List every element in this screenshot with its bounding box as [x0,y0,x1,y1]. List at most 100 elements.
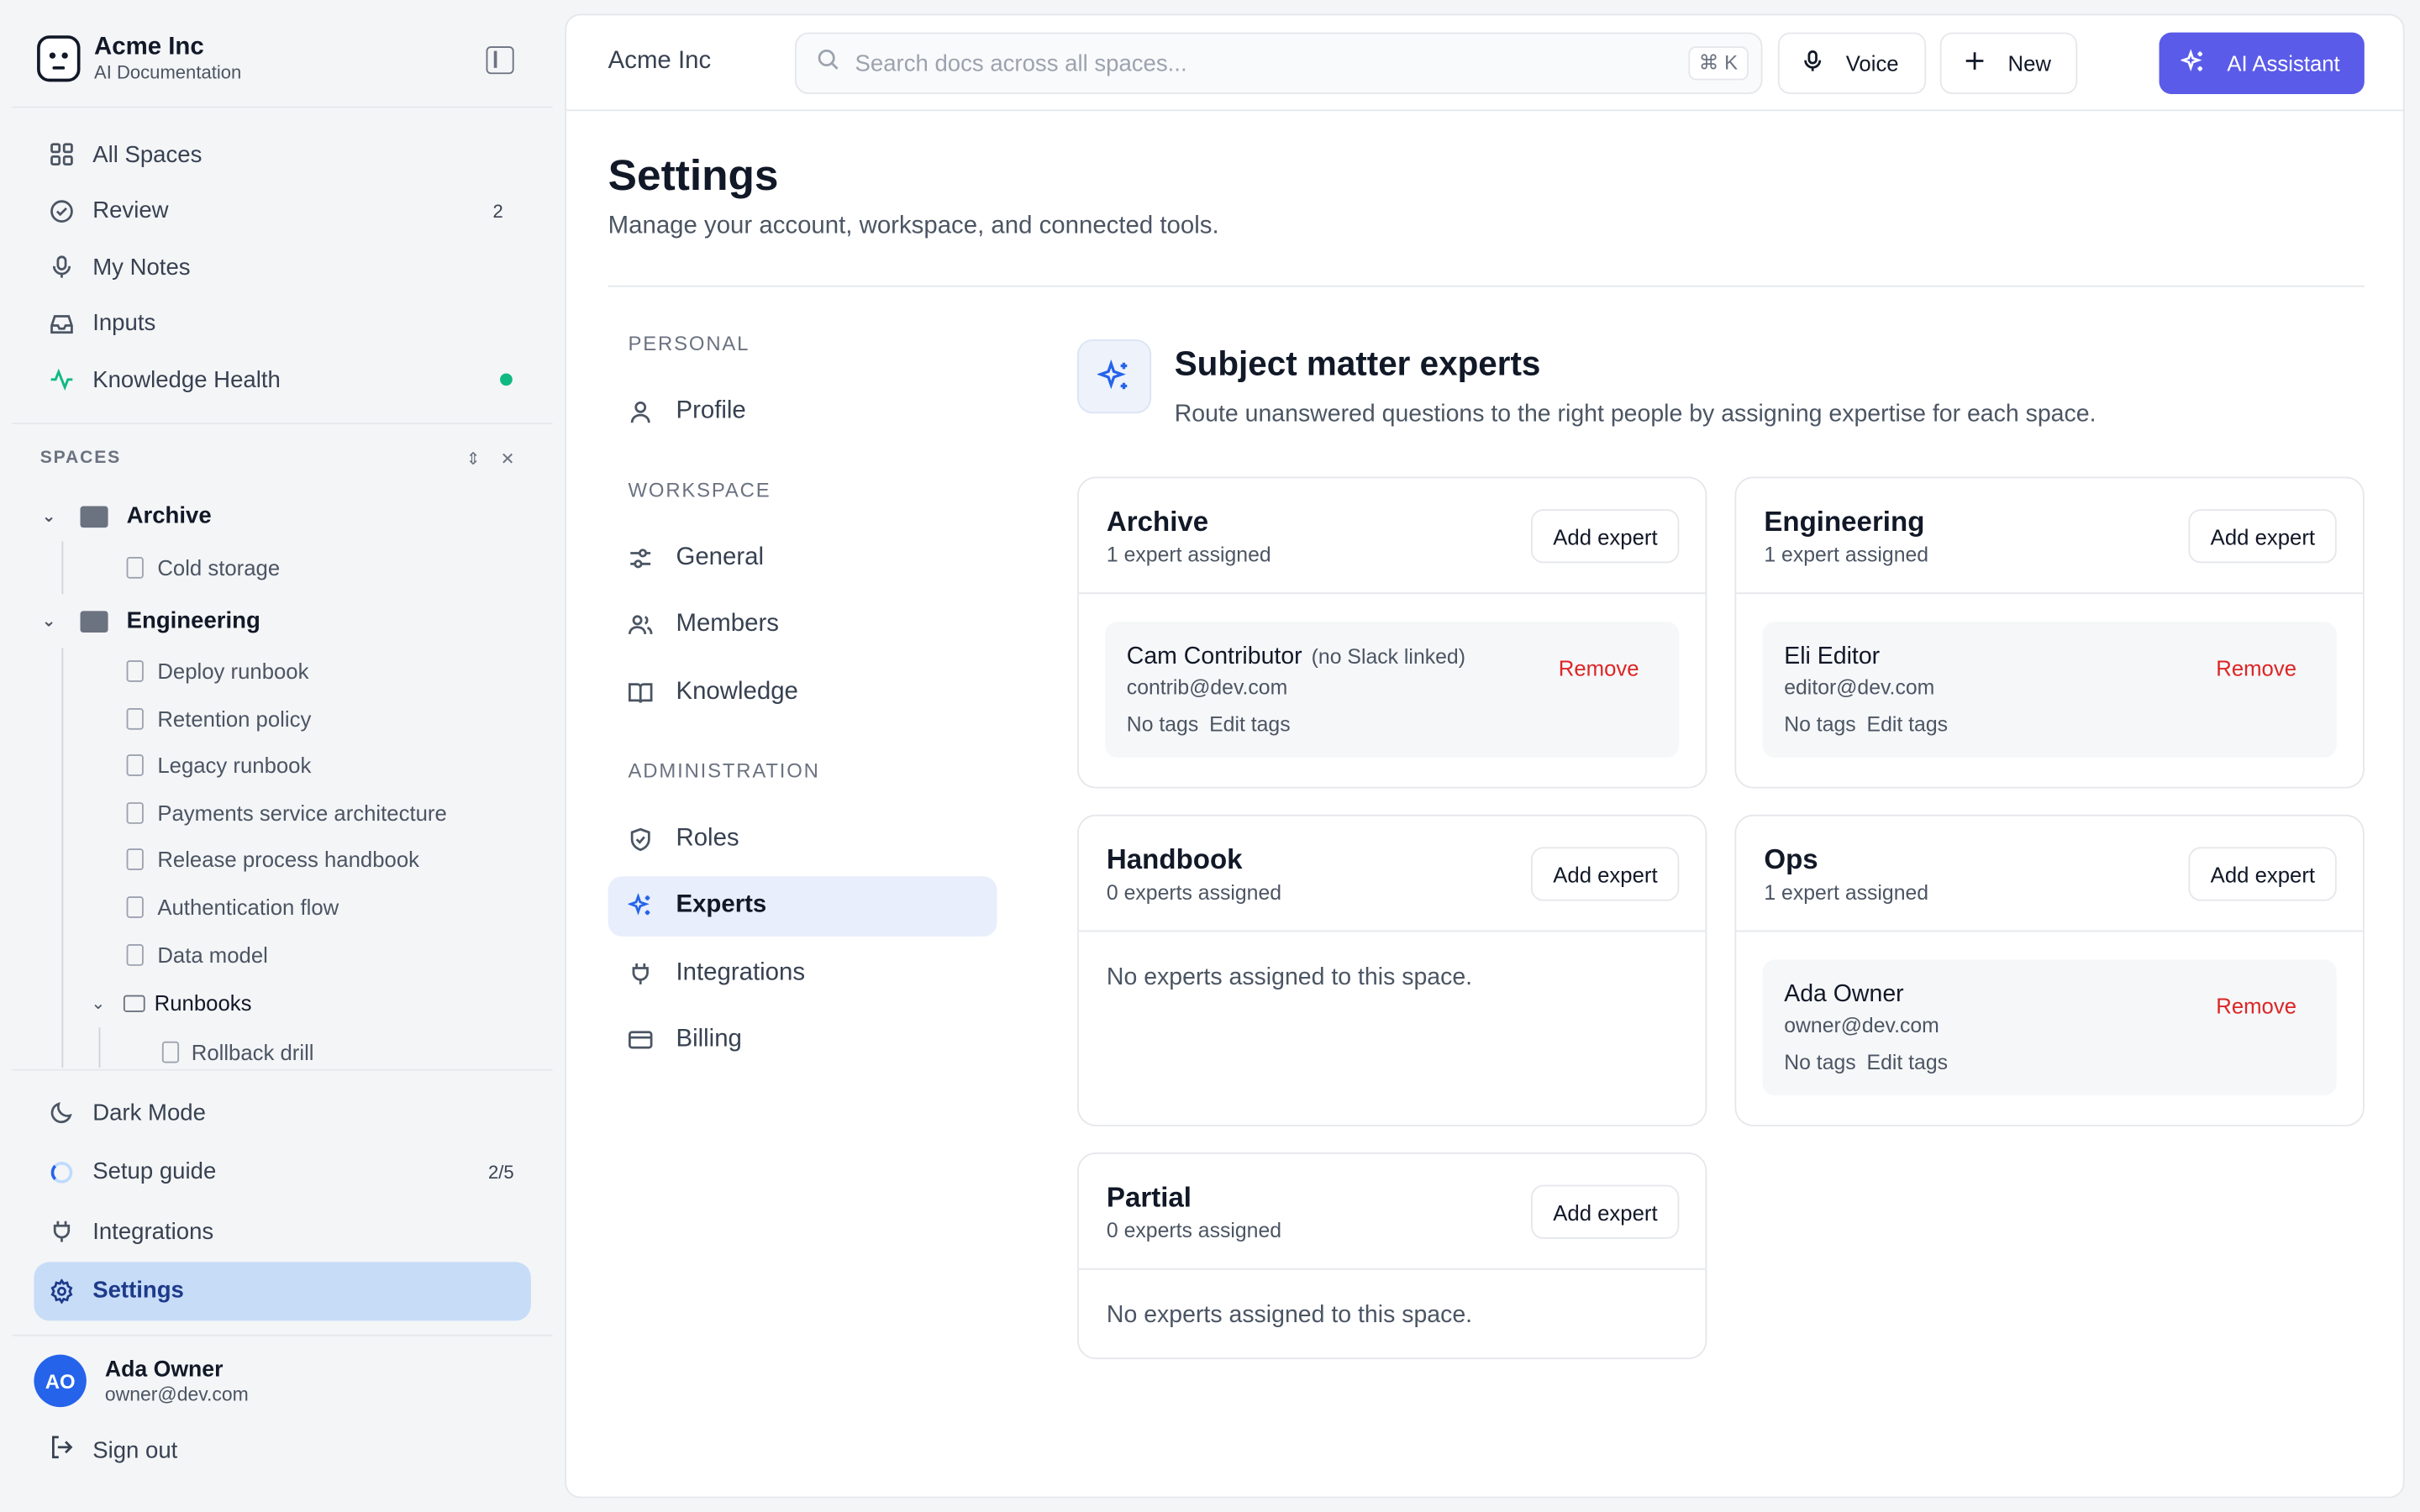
tab-label: Experts [676,891,767,918]
doc-label: Authentication flow [157,894,339,920]
doc-label: Release process handbook [157,847,419,873]
add-expert-button[interactable]: Add expert [1531,847,1680,901]
user-profile[interactable]: AO Ada Owner owner@dev.com [34,1354,249,1408]
remove-expert-button[interactable]: Remove [2216,994,2296,1018]
chevron-down-icon[interactable]: ⌄ [42,506,56,526]
settings-tab-members[interactable]: Members [608,595,997,655]
add-expert-button[interactable]: Add expert [2188,509,2337,564]
chevron-down-icon[interactable]: ⌄ [42,611,56,631]
nav-setup-guide[interactable]: Setup guide 2/5 [34,1142,530,1202]
add-expert-button[interactable]: Add expert [2188,847,2337,901]
doc-item[interactable]: Cold storage [37,542,546,594]
app-window: Acme Inc AI Documentation All Spaces Rev… [0,0,2420,1512]
expert-row: Ada Owner owner@dev.com No tags Edit tags… [1762,959,2337,1096]
edit-tags-link[interactable]: Edit tags [1867,713,1948,737]
sparkle-icon [1077,339,1152,414]
document-icon [126,943,144,965]
spaces-tree: ⌄ Archive Cold storage ⌄ Engineering Dep… [37,491,546,1068]
remove-expert-button[interactable]: Remove [2216,656,2296,680]
card-count: 0 experts assigned [1106,1218,1282,1242]
expert-email: owner@dev.com [1784,1013,1939,1037]
nav-settings[interactable]: Settings [34,1261,531,1321]
empty-state: No experts assigned to this space. [1106,963,1473,991]
edit-tags-link[interactable]: Edit tags [1209,713,1290,737]
gear-icon [50,1278,74,1304]
edit-tags-link[interactable]: Edit tags [1867,1051,1948,1074]
main-panel: Acme Inc ⌘ K Voice New [565,13,2405,1499]
add-expert-button[interactable]: Add expert [1531,1184,1680,1239]
card-count: 0 experts assigned [1106,880,1282,905]
tab-label: General [676,543,765,570]
settings-tab-billing[interactable]: Billing [608,1010,997,1070]
search-bar[interactable]: ⌘ K [794,32,1763,95]
nav-integrations[interactable]: Integrations [34,1202,530,1262]
tab-label: Profile [676,396,746,424]
nav-dark-mode[interactable]: Dark Mode [34,1083,530,1142]
settings-tab-experts[interactable]: Experts [608,875,997,936]
voice-button[interactable]: Voice [1777,32,1927,95]
expand-all-icon[interactable]: ⇕ [466,450,481,469]
page-subtitle: Manage your account, workspace, and conn… [608,213,1219,239]
doc-label: Legacy runbook [157,753,312,779]
tab-label: Roles [676,824,739,851]
group-personal: PERSONAL [628,331,750,355]
settings-nav: PERSONAL Profile WORKSPACE General Membe… [608,332,997,1077]
activity-icon [50,368,74,392]
settings-tab-roles[interactable]: Roles [608,808,997,869]
user-email: owner@dev.com [104,1383,249,1405]
settings-tab-knowledge[interactable]: Knowledge [608,662,997,722]
document-icon [161,1041,180,1063]
expert-row: Cam Contributor (no Slack linked) contrib… [1105,622,1680,758]
new-button[interactable]: New [1939,32,2078,95]
document-icon [126,707,144,730]
doc-item[interactable]: Authentication flow [37,884,546,931]
nav-inputs[interactable]: Inputs [34,296,530,352]
sidebar-collapse-icon[interactable] [486,46,514,75]
doc-item[interactable]: Data model [37,931,546,979]
collapse-all-icon[interactable]: ✕ [501,450,515,469]
space-card-ops: Ops 1 expert assigned Add expert Ada Own… [1734,814,2365,1126]
search-input[interactable] [855,50,1688,76]
document-icon [126,557,144,579]
add-expert-button[interactable]: Add expert [1531,509,1680,564]
doc-label: Rollback drill [191,1039,314,1065]
settings-tab-general[interactable]: General [608,528,997,588]
doc-item[interactable]: Legacy runbook [37,742,546,789]
document-icon [126,895,144,918]
space-archive[interactable]: ⌄ Archive [37,491,546,542]
settings-tab-integrations[interactable]: Integrations [608,942,997,1003]
nav-all-spaces[interactable]: All Spaces [34,127,530,183]
grid-icon [50,142,74,166]
sparkle-icon [2179,48,2205,78]
nav-knowledge-health[interactable]: Knowledge Health [34,352,530,408]
sparkle-icon [628,893,656,917]
nav-label: Integrations [92,1218,214,1245]
search-icon [817,48,840,79]
settings-tab-profile[interactable]: Profile [608,381,997,442]
space-card-engineering: Engineering 1 expert assigned Add expert… [1734,476,2365,789]
review-count-badge: 2 [492,200,503,223]
ai-assistant-label: AI Assistant [2227,50,2340,76]
shield-icon [629,827,656,851]
sign-out-button[interactable]: Sign out [50,1435,177,1466]
nav-review[interactable]: Review 2 [34,183,530,239]
space-label: Engineering [126,607,260,634]
nav-my-notes[interactable]: My Notes [34,239,530,296]
brand[interactable]: Acme Inc AI Documentation [37,34,241,83]
nav-label: My Notes [92,254,191,281]
health-status-dot [500,373,513,386]
ai-assistant-button[interactable]: AI Assistant [2159,32,2365,95]
remove-expert-button[interactable]: Remove [1559,656,1639,680]
space-engineering[interactable]: ⌄ Engineering [37,594,546,648]
doc-item[interactable]: Payments service architecture [37,789,546,836]
doc-item[interactable]: Release process handbook [37,836,546,883]
chevron-down-icon[interactable]: ⌄ [91,993,105,1013]
doc-item[interactable]: Deploy runbook [37,648,546,695]
doc-item[interactable]: Rollback drill [37,1027,546,1068]
doc-label: Data model [157,942,268,967]
folder-runbooks[interactable]: ⌄ Runbooks [37,978,546,1027]
card-title: Partial [1106,1181,1192,1213]
setup-progress-count: 2/5 [487,1161,514,1184]
doc-item[interactable]: Retention policy [37,695,546,742]
brand-subtitle: AI Documentation [94,61,242,84]
